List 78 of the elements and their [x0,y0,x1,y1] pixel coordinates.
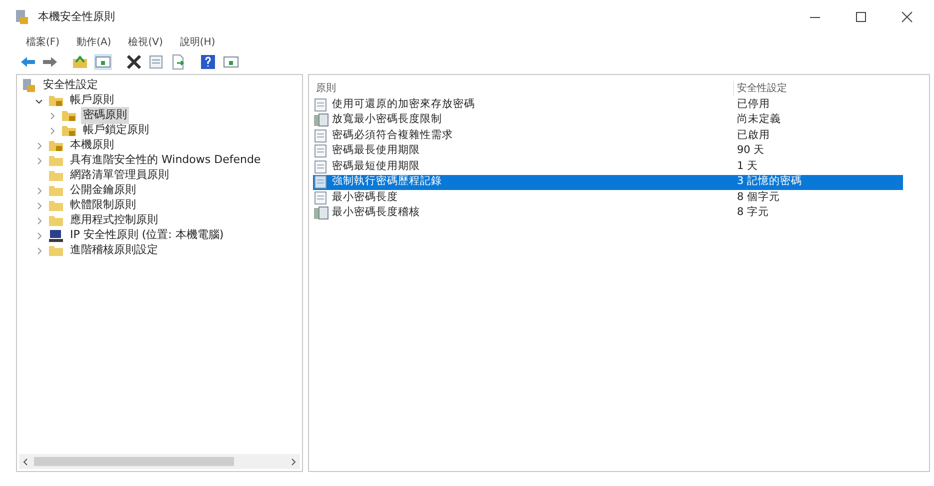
column-header[interactable]: 原則 [313,80,733,96]
policy-name: 密碼必須符合複雜性需求 [332,128,453,143]
folder-icon [48,168,64,183]
policy-name: 密碼最長使用期限 [332,143,420,158]
window-title: 本機安全性原則 [38,8,115,25]
back-button[interactable] [20,54,36,70]
policy-row[interactable]: 強制執行密碼歷程記錄 3 記憶的密碼 [313,174,903,190]
policy-row[interactable]: 密碼最長使用期限 90 天 [313,144,903,159]
folder-icon [48,198,64,213]
tree-item[interactable]: 本機原則 [68,137,116,154]
policy-row[interactable]: 使用可還原的加密來存放密碼 已停用 [313,97,903,112]
policy-setting: 90 天 [736,143,765,158]
policy-setting: 已停用 [736,96,770,112]
menu-item[interactable]: 檔案(F) [26,34,60,50]
security-icon [21,78,37,93]
locked-folder-icon [61,123,77,138]
close-icon [901,11,913,23]
forward-button[interactable] [42,54,58,70]
locked-folder-icon [61,108,77,123]
folder-icon [48,213,64,228]
locked-folder-icon [48,138,64,153]
policy-row[interactable]: 密碼必須符合複雜性需求 已啟用 [313,128,903,144]
help-button[interactable] [200,54,216,70]
server-policy-icon [313,113,329,128]
tree-item[interactable]: 密碼原則 [81,107,129,124]
up-folder-button[interactable] [72,54,88,70]
policy-name: 密碼最短使用期限 [332,158,420,174]
menu-item[interactable]: 說明(H) [180,34,216,50]
policy-setting: 1 天 [736,158,758,174]
column-header[interactable]: 安全性設定 [733,80,903,96]
policy-setting: 8 個字元 [736,190,780,205]
computer-icon [48,228,64,243]
delete-button[interactable] [126,54,142,70]
horizontal-scrollbar[interactable] [19,454,300,469]
policy-setting: 8 字元 [736,205,770,220]
document-icon [313,128,329,143]
tree-item[interactable]: 公開金鑰原則 [68,182,138,199]
tree-item[interactable]: 帳戶鎖定原則 [81,122,151,139]
menu-item[interactable]: 動作(A) [76,34,112,50]
properties-button[interactable] [148,54,164,70]
policy-name: 放寬最小密碼長度限制 [332,112,442,128]
folder-icon [48,153,64,168]
tree-item[interactable]: IP 安全性原則 (位置: 本機電腦) [68,227,226,244]
policy-setting: 尚未定義 [736,112,781,128]
tree-item[interactable]: 安全性設定 [41,77,100,94]
policy-row[interactable]: 最小密碼長度 8 個字元 [313,190,903,206]
document-icon [313,144,329,158]
document-icon [313,175,329,190]
maximize-icon [855,11,867,23]
scroll-right-icon[interactable] [289,458,297,466]
server-policy-icon [313,206,329,220]
policy-name: 使用可還原的加密來存放密碼 [332,96,475,112]
tree-item[interactable]: 應用程式控制原則 [68,212,160,229]
console-tree-button[interactable] [94,54,112,70]
policy-name: 最小密碼長度 [332,190,398,205]
document-icon [313,160,329,174]
export-button[interactable] [170,54,186,70]
view-button[interactable] [222,54,240,70]
policy-row[interactable]: 最小密碼長度稽核 8 字元 [313,206,903,221]
document-icon [313,98,329,112]
document-icon [313,190,329,205]
folder-icon [48,183,64,198]
folder-icon [48,243,64,258]
policy-row[interactable]: 密碼最短使用期限 1 天 [313,159,903,174]
tree-item[interactable]: 帳戶原則 [68,92,116,109]
tree-item[interactable]: 具有進階安全性的 Windows Defende [68,152,263,169]
tree-item[interactable]: 軟體限制原則 [68,197,138,214]
tree-item[interactable]: 進階稽核原則設定 [68,242,160,259]
app-icon [14,9,30,25]
policy-name: 強制執行密碼歷程記錄 [332,174,442,190]
policy-row[interactable]: 放寬最小密碼長度限制 尚未定義 [313,112,903,128]
menu-item[interactable]: 檢視(V) [128,34,163,50]
scroll-left-icon[interactable] [22,458,30,466]
locked-folder-icon [48,93,64,108]
policy-setting: 3 記憶的密碼 [736,174,802,190]
policy-setting: 已啟用 [736,128,770,143]
tree-item[interactable]: 網路清單管理員原則 [68,167,171,184]
policy-name: 最小密碼長度稽核 [332,205,420,220]
